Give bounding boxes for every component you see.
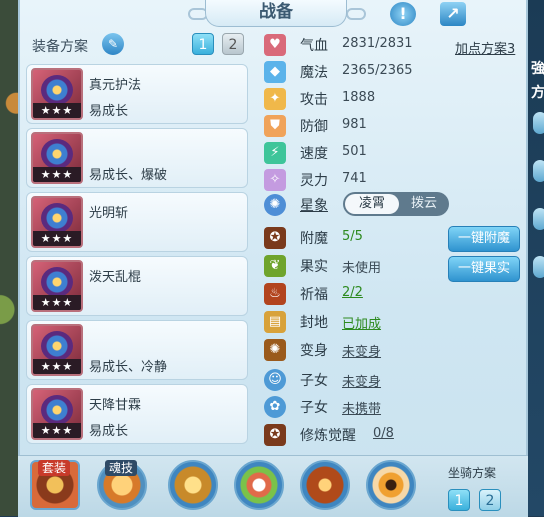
edge-button-2[interactable] xyxy=(533,160,544,182)
speed-icon: ⚡ xyxy=(264,142,286,164)
extra-label: 封地 xyxy=(300,315,328,331)
item-icon-4: ★★★ xyxy=(31,260,83,312)
help-icon[interactable]: ! xyxy=(390,2,416,26)
item-icon-5: ★★★ xyxy=(31,324,83,376)
transform-icon: ✺ xyxy=(264,339,286,361)
one-click-fruit-button[interactable]: 一键果实 xyxy=(448,256,520,282)
equip-item-3[interactable]: ★★★ 光明斩 xyxy=(26,192,248,252)
spirit-icon: ✧ xyxy=(264,169,286,191)
diamond-icon: ◆ xyxy=(264,61,286,83)
stat-value: 2831/2831 xyxy=(342,36,413,51)
star-toggle[interactable]: 凌霄 拨云 xyxy=(343,192,449,216)
item-stars-4: ★★★ xyxy=(33,295,81,310)
item-sub-5: 易成长、冷静 xyxy=(89,360,168,375)
item-sub-2: 易成长、爆破 xyxy=(89,168,168,183)
extra-label: 附魔 xyxy=(300,231,328,247)
item-sub-6: 易成长 xyxy=(89,424,129,439)
item-stars-3: ★★★ xyxy=(33,231,81,246)
skill-slot-2[interactable] xyxy=(234,460,284,510)
equip-item-1[interactable]: ★★★ 真元护法 易成长 xyxy=(26,64,248,124)
mount-page-1[interactable]: 1 xyxy=(448,489,470,511)
enchant-icon: ✪ xyxy=(264,227,286,249)
item-sub-1: 易成长 xyxy=(89,104,129,119)
edit-icon[interactable]: ✎ xyxy=(102,33,124,55)
bless-icon: ♨ xyxy=(264,283,286,305)
set-tag: 套装 xyxy=(38,460,71,476)
star-label[interactable]: 星象 xyxy=(300,195,328,215)
item-icon-2: ★★★ xyxy=(31,132,83,184)
stat-label: 攻击 xyxy=(300,92,328,108)
stat-label: 气血 xyxy=(300,38,328,54)
edge-button-4[interactable] xyxy=(533,256,544,278)
equip-page-1[interactable]: 1 xyxy=(192,33,214,55)
fruit-icon: ❦ xyxy=(264,255,286,277)
stat-label: 防御 xyxy=(300,119,328,135)
extra-label: 变身 xyxy=(300,343,328,359)
panel-title: 战备 xyxy=(205,0,347,27)
stat-value: 741 xyxy=(342,171,367,186)
stat-label: 灵力 xyxy=(300,173,328,189)
skill-slot-4[interactable] xyxy=(366,460,416,510)
extra-value[interactable]: 0/8 xyxy=(373,426,394,441)
star-option-boyun[interactable]: 拨云 xyxy=(401,194,447,214)
shield-icon: ⛊ xyxy=(264,115,286,137)
mount-page-2[interactable]: 2 xyxy=(479,489,501,511)
item-stars-5: ★★★ xyxy=(33,359,81,374)
child-icon: ☺ xyxy=(264,369,286,391)
star-icon: ✺ xyxy=(264,194,286,216)
extra-value: 未使用 xyxy=(342,261,382,276)
stat-value: 981 xyxy=(342,117,367,132)
equip-item-2[interactable]: ★★★ 易成长、爆破 xyxy=(26,128,248,188)
extra-label: 子女 xyxy=(300,373,328,389)
title-ornament-right xyxy=(346,8,366,20)
mount-plan-label: 坐骑方案 xyxy=(448,466,497,480)
stat-value: 501 xyxy=(342,144,367,159)
extra-value: 5/5 xyxy=(342,229,363,244)
stat-label: 魔法 xyxy=(300,65,328,81)
extra-value[interactable]: 已加成 xyxy=(342,313,381,332)
edge-text-2: 方 xyxy=(531,85,544,101)
extra-label: 修炼觉醒 xyxy=(300,428,356,444)
skill-slot-1[interactable] xyxy=(168,460,218,510)
item-name-6: 天降甘霖 xyxy=(89,398,142,413)
stat-label: 速度 xyxy=(300,146,328,162)
fief-icon: ▤ xyxy=(264,311,286,333)
cultivation-icon: ✪ xyxy=(264,424,286,446)
edge-text-1: 強 xyxy=(531,61,544,77)
extra-label: 子女 xyxy=(300,400,328,416)
one-click-enchant-button[interactable]: 一键附魔 xyxy=(448,226,520,252)
share-icon[interactable]: ↗ xyxy=(440,2,466,26)
equip-item-5[interactable]: ★★★ 易成长、冷静 xyxy=(26,320,248,380)
equip-item-4[interactable]: ★★★ 泼天乱棍 xyxy=(26,256,248,316)
item-stars-6: ★★★ xyxy=(33,423,81,438)
extra-value[interactable]: 未变身 xyxy=(342,371,381,390)
extra-label: 果实 xyxy=(300,259,328,275)
extra-value[interactable]: 未变身 xyxy=(342,341,381,360)
extra-label: 祈福 xyxy=(300,287,328,303)
item-name-4: 泼天乱棍 xyxy=(89,270,142,285)
edge-button-1[interactable] xyxy=(533,112,544,134)
item-stars-2: ★★★ xyxy=(33,167,81,182)
skill-slot-3[interactable] xyxy=(300,460,350,510)
item-stars-1: ★★★ xyxy=(33,103,81,118)
heart-icon: ♥ xyxy=(264,34,286,56)
paw-icon: ✿ xyxy=(264,396,286,418)
item-icon-6: ★★★ xyxy=(31,388,83,440)
item-name-3: 光明斩 xyxy=(89,206,129,221)
attack-icon: ✦ xyxy=(264,88,286,110)
edge-button-3[interactable] xyxy=(533,208,544,230)
add-point-plan-link[interactable]: 加点方案3 xyxy=(455,38,515,57)
equip-item-6[interactable]: ★★★ 天降甘霖 易成长 xyxy=(26,384,248,444)
item-name-1: 真元护法 xyxy=(89,78,142,93)
stat-value: 2365/2365 xyxy=(342,63,413,78)
soul-skill-tag: 魂技 xyxy=(105,460,138,476)
equip-page-2[interactable]: 2 xyxy=(222,33,244,55)
item-icon-3: ★★★ xyxy=(31,196,83,248)
stat-value: 1888 xyxy=(342,90,376,105)
extra-value[interactable]: 2/2 xyxy=(342,285,363,300)
item-icon-1: ★★★ xyxy=(31,68,83,120)
equip-plan-label: 装备方案 xyxy=(32,39,88,55)
star-option-lingxiao[interactable]: 凌霄 xyxy=(345,194,399,214)
extra-value[interactable]: 未携带 xyxy=(342,398,381,417)
